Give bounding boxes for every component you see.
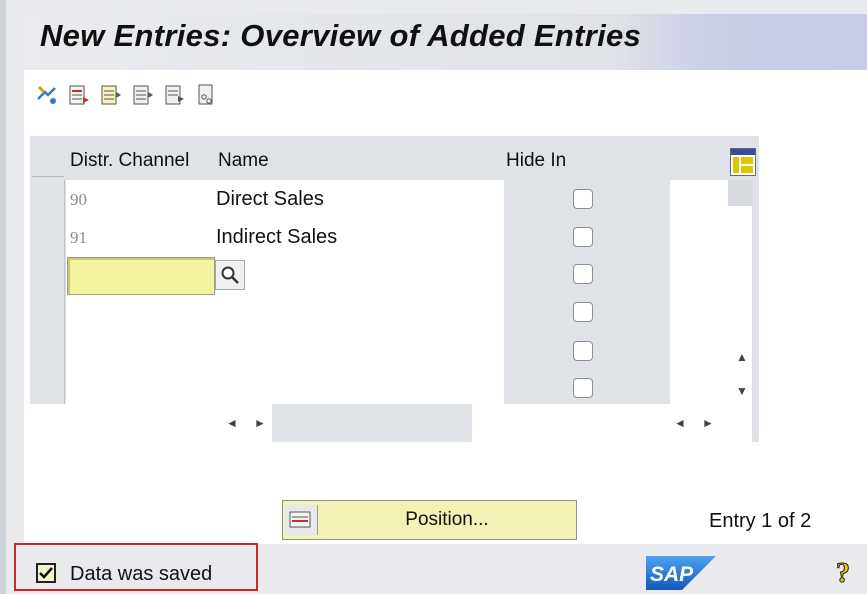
- hide-in-checkbox[interactable]: [573, 378, 593, 398]
- window-frame: [0, 0, 6, 594]
- hide-in-checkbox[interactable]: [573, 341, 593, 361]
- svg-text:SAP: SAP: [650, 563, 694, 586]
- hide-in-checkbox[interactable]: [573, 302, 593, 322]
- scroll-left-arrow-icon[interactable]: ◄: [674, 416, 686, 430]
- copy-as-icon: [101, 85, 121, 105]
- help-icon[interactable]: ?: [832, 556, 858, 589]
- delete-icon: [133, 85, 153, 105]
- select-all-button[interactable]: [194, 82, 220, 108]
- position-button-label: Position...: [405, 509, 489, 530]
- table-empty-area: [670, 180, 728, 404]
- status-message-text: Data was saved: [70, 563, 213, 585]
- sap-logo: SAP: [646, 556, 716, 590]
- scroll-left-arrow-icon[interactable]: ◄: [226, 416, 238, 430]
- page-title: New Entries: Overview of Added Entries: [40, 18, 642, 53]
- name-cell[interactable]: Indirect Sales: [216, 226, 337, 249]
- new-entries-icon: [69, 85, 89, 105]
- position-button[interactable]: Position...: [282, 500, 577, 540]
- display-change-button[interactable]: [34, 82, 60, 108]
- select-all-icon: [198, 84, 213, 105]
- table-settings-button[interactable]: [730, 148, 756, 176]
- column-header-name[interactable]: Name: [218, 136, 269, 180]
- hide-in-checkbox[interactable]: [573, 264, 593, 284]
- status-bar-message[interactable]: Data was saved: [14, 543, 258, 591]
- delete-button[interactable]: [130, 82, 156, 108]
- dist-channel-input[interactable]: [67, 257, 215, 295]
- scroll-right-arrow-icon[interactable]: ►: [254, 416, 266, 430]
- undo-change-icon: [165, 85, 184, 105]
- table-control: Distr. Channel Name Hide In ▲ ▼ 90 Direc…: [30, 136, 759, 442]
- position-icon: [285, 505, 318, 535]
- vertical-scrollbar-thumb[interactable]: [728, 180, 752, 206]
- column-header-hide-in[interactable]: Hide In: [506, 136, 566, 180]
- success-icon: [36, 563, 56, 583]
- entry-counter: Entry 1 of 2: [709, 510, 812, 532]
- svg-text:?: ?: [836, 558, 850, 588]
- hide-in-column: [504, 180, 670, 404]
- name-column: [214, 180, 504, 404]
- magnifier-icon: [221, 266, 239, 284]
- undo-change-button[interactable]: [162, 82, 188, 108]
- scroll-right-arrow-icon[interactable]: ►: [702, 416, 714, 430]
- scroll-up-arrow-icon[interactable]: ▲: [736, 350, 748, 364]
- application-toolbar: [34, 82, 220, 114]
- scroll-down-arrow-icon[interactable]: ▼: [736, 384, 748, 398]
- table-settings-icon: [731, 149, 755, 173]
- dist-channel-cell: 90: [70, 190, 87, 209]
- display-change-icon: [37, 85, 56, 104]
- horizontal-scrollbar-divider: [272, 404, 472, 442]
- hide-in-checkbox[interactable]: [573, 227, 593, 247]
- copy-as-button[interactable]: [98, 82, 124, 108]
- name-cell[interactable]: Direct Sales: [216, 188, 324, 211]
- row-selector-column[interactable]: [32, 180, 65, 404]
- new-entries-button[interactable]: [66, 82, 92, 108]
- dist-channel-cell: 91: [70, 228, 87, 247]
- hide-in-checkbox[interactable]: [573, 189, 593, 209]
- vertical-scrollbar[interactable]: [728, 180, 752, 404]
- value-help-button[interactable]: [215, 260, 245, 290]
- column-header-dist-channel[interactable]: Distr. Channel: [70, 136, 189, 180]
